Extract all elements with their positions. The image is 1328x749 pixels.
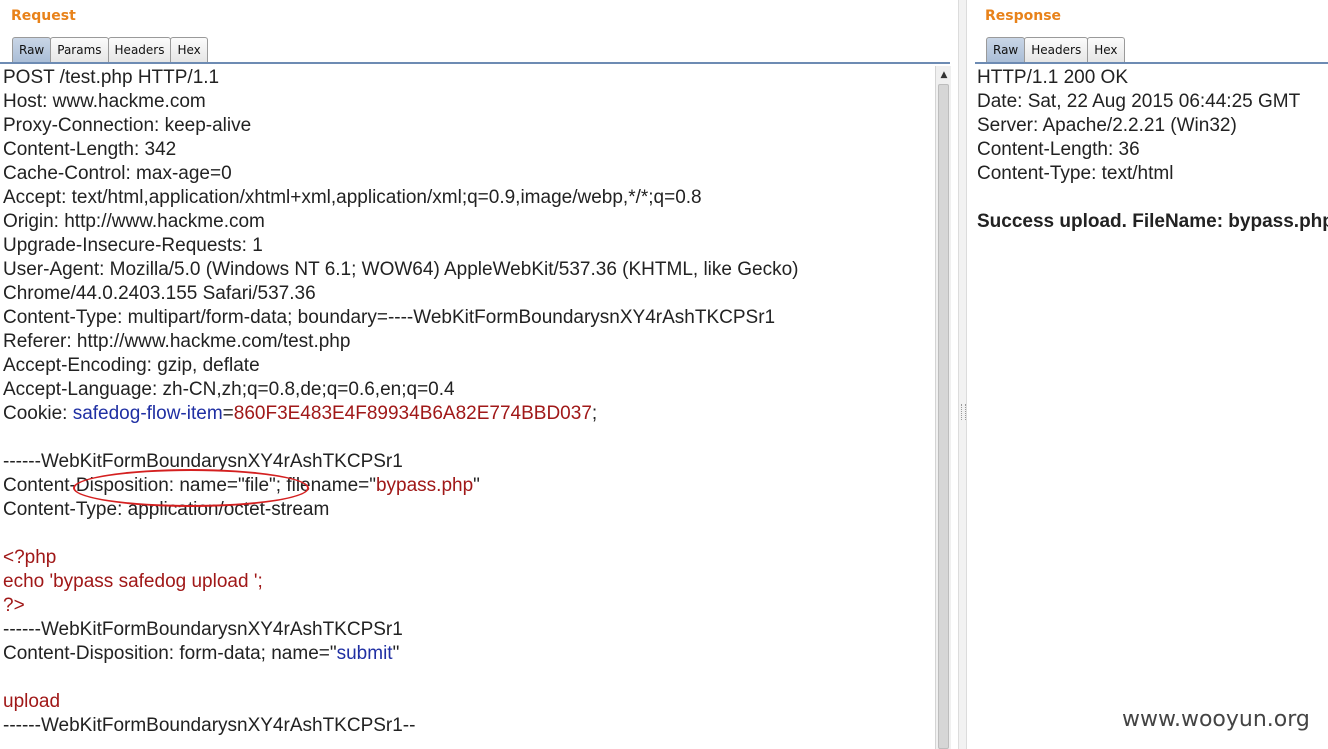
text-segment: Content-Length: 36 bbox=[977, 139, 1140, 160]
text-segment: Success upload. FileName: bypass.php bbox=[977, 211, 1328, 232]
response-line: Content-Type: text/html bbox=[977, 162, 1328, 186]
request-line: Accept-Language: zh-CN,zh;q=0.8,de;q=0.6… bbox=[3, 378, 933, 402]
request-tabs: Raw Params Headers Hex bbox=[12, 37, 208, 63]
request-line: Content-Length: 342 bbox=[3, 138, 933, 162]
request-line: ?> bbox=[3, 594, 933, 618]
text-segment: " bbox=[392, 643, 400, 664]
scroll-up-arrow-icon[interactable]: ▲ bbox=[937, 68, 951, 82]
response-line: Date: Sat, 22 Aug 2015 06:44:25 GMT bbox=[977, 90, 1328, 114]
text-segment: ?> bbox=[3, 595, 25, 616]
response-tab-raw[interactable]: Raw bbox=[986, 37, 1026, 63]
text-segment: Cookie: bbox=[3, 403, 73, 424]
request-line: Accept-Encoding: gzip, deflate bbox=[3, 354, 933, 378]
request-line: Accept: text/html,application/xhtml+xml,… bbox=[3, 186, 933, 210]
request-line: Chrome/44.0.2403.155 Safari/537.36 bbox=[3, 282, 933, 306]
request-line: Origin: http://www.hackme.com bbox=[3, 210, 933, 234]
text-segment: safedog-flow-item bbox=[72, 403, 223, 424]
request-tab-divider bbox=[0, 62, 950, 64]
text-segment: submit bbox=[336, 643, 393, 664]
request-tab-raw[interactable]: Raw bbox=[12, 37, 52, 63]
text-segment: Referer: http://www.hackme.com/test.php bbox=[3, 331, 351, 352]
request-tab-hex[interactable]: Hex bbox=[170, 37, 208, 62]
text-segment: Content-Disposition: form-data; name=" bbox=[3, 643, 337, 664]
text-segment: User-Agent: Mozilla/5.0 (Windows NT 6.1;… bbox=[3, 259, 799, 280]
request-line: Referer: http://www.hackme.com/test.php bbox=[3, 330, 933, 354]
pane-splitter[interactable] bbox=[958, 0, 967, 749]
request-line: ------WebKitFormBoundarysnXY4rAshTKCPSr1 bbox=[3, 618, 933, 642]
text-segment: upload bbox=[3, 691, 61, 712]
text-segment: POST /test.php HTTP/1.1 bbox=[3, 67, 220, 88]
response-tab-divider bbox=[975, 62, 1328, 64]
response-tab-headers[interactable]: Headers bbox=[1024, 37, 1089, 62]
response-line: Success upload. FileName: bypass.php bbox=[977, 210, 1328, 234]
request-line bbox=[3, 522, 933, 546]
request-line bbox=[3, 666, 933, 690]
text-segment: <?php bbox=[3, 547, 57, 568]
request-title: Request bbox=[11, 8, 76, 24]
text-segment: Server: Apache/2.2.21 (Win32) bbox=[977, 115, 1237, 136]
request-line: Cookie: safedog-flow-item=860F3E483E4F89… bbox=[3, 402, 933, 426]
request-line: Proxy-Connection: keep-alive bbox=[3, 114, 933, 138]
request-line: User-Agent: Mozilla/5.0 (Windows NT 6.1;… bbox=[3, 258, 933, 282]
scrollbar-thumb[interactable] bbox=[938, 84, 949, 749]
text-segment: Content-Length: 342 bbox=[3, 139, 177, 160]
text-segment: Cache-Control: max-age=0 bbox=[3, 163, 232, 184]
response-line: Server: Apache/2.2.21 (Win32) bbox=[977, 114, 1328, 138]
request-raw-editor[interactable]: POST /test.php HTTP/1.1 Host: www.hackme.… bbox=[3, 66, 933, 749]
text-segment: echo 'bypass safedog upload '; bbox=[3, 571, 263, 592]
text-segment: Date: Sat, 22 Aug 2015 06:44:25 GMT bbox=[977, 91, 1301, 112]
request-line: Content-Disposition: form-data; name="su… bbox=[3, 642, 933, 666]
response-title: Response bbox=[985, 8, 1062, 24]
request-line: ------WebKitFormBoundarysnXY4rAshTKCPSr1… bbox=[3, 714, 933, 738]
watermark: www.wooyun.org bbox=[1122, 707, 1310, 732]
text-segment: Accept-Language: zh-CN,zh;q=0.8,de;q=0.6… bbox=[3, 379, 455, 400]
text-segment: Chrome/44.0.2403.155 Safari/537.36 bbox=[3, 283, 316, 304]
request-line: Host: www.hackme.com bbox=[3, 90, 933, 114]
text-segment: 860F3E483E4F89934B6A82E774BBD037 bbox=[233, 403, 592, 424]
text-segment: Origin: http://www.hackme.com bbox=[3, 211, 265, 232]
text-segment: Accept: text/html,application/xhtml+xml,… bbox=[3, 187, 702, 208]
request-line: POST /test.php HTTP/1.1 bbox=[3, 66, 933, 90]
request-tab-params[interactable]: Params bbox=[50, 37, 109, 62]
text-segment: bypass.php bbox=[375, 475, 474, 496]
response-line bbox=[977, 186, 1328, 210]
text-segment: ------WebKitFormBoundarysnXY4rAshTKCPSr1… bbox=[3, 715, 416, 736]
request-line: Cache-Control: max-age=0 bbox=[3, 162, 933, 186]
request-line: <?php bbox=[3, 546, 933, 570]
response-pane: Response Raw Headers Hex HTTP/1.1 200 OK Da… bbox=[967, 0, 1328, 749]
red-ellipse-annotation bbox=[73, 469, 309, 507]
text-segment: Accept-Encoding: gzip, deflate bbox=[3, 355, 260, 376]
request-line: Content-Type: multipart/form-data; bound… bbox=[3, 306, 933, 330]
text-segment: Upgrade-Insecure-Requests: 1 bbox=[3, 235, 263, 256]
request-tab-headers[interactable]: Headers bbox=[107, 37, 172, 62]
text-segment: Content-Type: multipart/form-data; bound… bbox=[3, 307, 776, 328]
text-segment: Host: www.hackme.com bbox=[3, 91, 206, 112]
request-line bbox=[3, 426, 933, 450]
text-segment: ------WebKitFormBoundarysnXY4rAshTKCPSr1 bbox=[3, 619, 403, 640]
request-scrollbar[interactable]: ▲ bbox=[935, 66, 951, 749]
request-line: Upgrade-Insecure-Requests: 1 bbox=[3, 234, 933, 258]
request-line: echo 'bypass safedog upload '; bbox=[3, 570, 933, 594]
response-tabs: Raw Headers Hex bbox=[986, 37, 1125, 63]
text-segment: HTTP/1.1 200 OK bbox=[977, 67, 1129, 88]
response-line: Content-Length: 36 bbox=[977, 138, 1328, 162]
text-segment: ; bbox=[591, 403, 598, 424]
text-segment: " bbox=[473, 475, 480, 496]
text-segment: Content-Type: text/html bbox=[977, 163, 1174, 184]
request-pane: Request Raw Params Headers Hex POST /test.p… bbox=[0, 0, 958, 749]
request-line: upload bbox=[3, 690, 933, 714]
text-segment: = bbox=[222, 403, 234, 424]
text-segment: Proxy-Connection: keep-alive bbox=[3, 115, 252, 136]
splitter-grip-icon[interactable] bbox=[961, 404, 966, 420]
response-line: HTTP/1.1 200 OK bbox=[977, 66, 1328, 90]
response-raw-editor[interactable]: HTTP/1.1 200 OK Date: Sat, 22 Aug 2015 06… bbox=[977, 66, 1328, 749]
response-tab-hex[interactable]: Hex bbox=[1087, 37, 1125, 62]
